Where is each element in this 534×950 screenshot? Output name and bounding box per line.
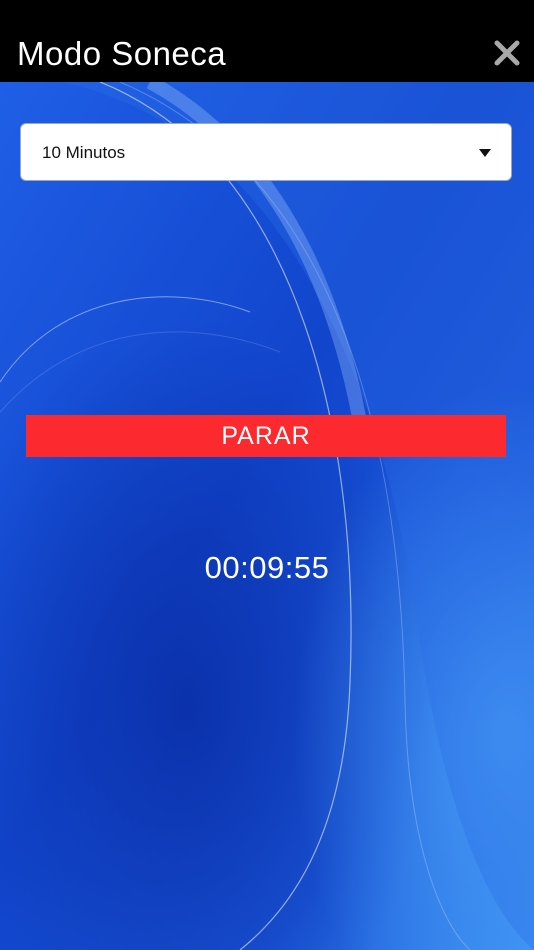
- close-icon[interactable]: [494, 40, 520, 66]
- page-title: Modo Soneca: [17, 35, 227, 72]
- countdown-timer: 00:09:55: [204, 550, 330, 585]
- header-bar: Modo Soneca: [0, 0, 534, 82]
- main-content: 10 Minutos PARAR 00:09:55: [0, 82, 534, 950]
- duration-select[interactable]: 10 Minutos: [20, 123, 512, 181]
- snooze-screen: Modo Soneca 10 Minutos PARAR 00:09:55: [0, 0, 534, 950]
- stop-button[interactable]: PARAR: [26, 415, 506, 457]
- caret-down-icon: [479, 149, 491, 157]
- duration-select-value: 10 Minutos: [42, 143, 126, 162]
